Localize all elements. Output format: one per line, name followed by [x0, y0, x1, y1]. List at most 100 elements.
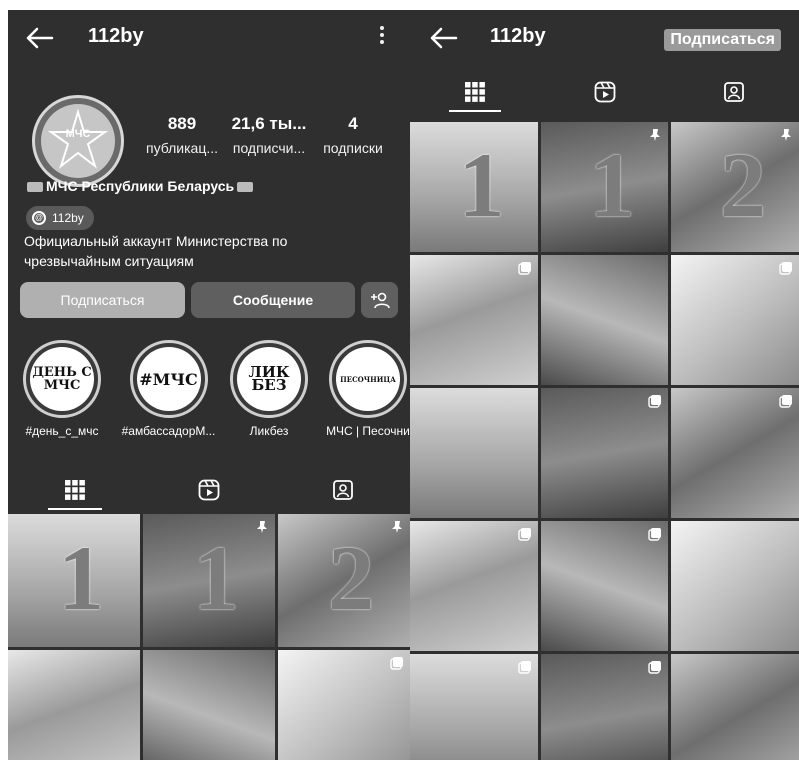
tab-posts[interactable]: [8, 470, 142, 510]
highlight-ambassador[interactable]: #МЧС #амбассадорМ...: [121, 340, 216, 438]
post-thumbnail[interactable]: [410, 255, 538, 385]
page-title: 112by: [88, 25, 144, 47]
highlight-label: Ликбез: [249, 424, 289, 438]
post-thumbnail[interactable]: [540, 654, 669, 760]
stat-posts-value: 889: [167, 114, 197, 133]
grid-icon: [65, 480, 85, 500]
posts-grid: 112: [8, 514, 410, 760]
threads-icon: @: [32, 211, 46, 225]
back-arrow-icon[interactable]: [24, 26, 54, 50]
highlight-ring: #МЧС: [129, 340, 208, 418]
post-number-overlay: 1: [589, 134, 636, 237]
post-thumbnail[interactable]: [540, 388, 669, 518]
more-options-icon[interactable]: [378, 26, 386, 52]
highlight-day-with-mchs[interactable]: ДЕНЬ С МЧС #день_с_мчс: [21, 340, 103, 438]
tab-posts[interactable]: [410, 72, 540, 112]
stat-followers-label: подписчи...: [232, 140, 306, 156]
profile-name-row: МЧС Республики Беларусь: [24, 178, 256, 194]
pin-icon: [650, 129, 661, 141]
post-number-overlay: 1: [458, 134, 505, 237]
message-button[interactable]: Сообщение: [191, 282, 355, 318]
post-thumbnail[interactable]: [8, 650, 140, 760]
post-number-overlay: 1: [193, 526, 240, 629]
reels-icon: [594, 81, 615, 103]
stat-following[interactable]: 4 подписки: [318, 114, 388, 156]
post-image: [671, 521, 799, 651]
profile-tabs: [8, 470, 410, 510]
pin-icon: [257, 521, 267, 533]
highlight-cover: ДЕНЬ С МЧС: [30, 347, 94, 411]
profile-name: МЧС Республики Беларусь: [46, 178, 235, 194]
post-thumbnail[interactable]: [540, 255, 669, 385]
stat-followers-value: 21,6 ты...: [231, 114, 307, 133]
carousel-icon: [779, 395, 792, 408]
post-thumbnail[interactable]: [671, 255, 799, 385]
tab-reels[interactable]: [142, 470, 276, 510]
grid-icon: [464, 82, 485, 102]
threads-handle: 112by: [52, 211, 84, 225]
tab-tagged[interactable]: [669, 72, 799, 112]
post-thumbnail[interactable]: 1: [540, 122, 669, 252]
highlight-sandbox[interactable]: ПЕСОЧНИЦА МЧС | Песочни: [326, 340, 410, 438]
highlight-cover: ПЕСОЧНИЦА: [336, 347, 400, 411]
post-thumbnail[interactable]: [540, 521, 669, 651]
post-thumbnail[interactable]: 1: [8, 514, 140, 647]
post-number-overlay: 1: [58, 526, 105, 629]
post-thumbnail[interactable]: [671, 521, 799, 651]
back-arrow-icon[interactable]: [428, 26, 458, 50]
post-thumbnail[interactable]: 2: [278, 514, 410, 647]
threads-badge[interactable]: @ 112by: [26, 206, 94, 230]
posts-grid: 112: [410, 122, 799, 760]
carousel-icon: [517, 262, 531, 275]
post-thumbnail[interactable]: [410, 654, 538, 760]
post-thumbnail[interactable]: [410, 521, 538, 651]
stat-posts[interactable]: 889 публикац...: [146, 114, 218, 156]
carousel-icon: [648, 661, 662, 674]
carousel-icon: [648, 395, 662, 408]
add-user-button[interactable]: [361, 282, 398, 318]
reels-icon: [198, 479, 220, 501]
star-emblem-icon: [47, 108, 109, 169]
highlight-likbez[interactable]: ЛИК БЕЗ Ликбез: [228, 340, 310, 438]
pin-icon: [780, 129, 791, 141]
tab-tagged[interactable]: [276, 470, 410, 510]
profile-panel-left: 112by МЧС 889 публикац... 21,6 ты... под…: [8, 10, 410, 760]
post-thumbnail[interactable]: [410, 388, 538, 518]
tab-reels[interactable]: [540, 72, 670, 112]
highlight-ring: ДЕНЬ С МЧС: [23, 340, 101, 418]
top-bar: 112by Подписаться: [410, 10, 799, 68]
post-thumbnail[interactable]: [671, 654, 799, 760]
tagged-icon: [724, 82, 745, 102]
carousel-icon: [517, 528, 531, 541]
highlight-ring: ПЕСОЧНИЦА: [329, 340, 407, 418]
highlight-label: #день_с_мчс: [25, 424, 99, 438]
top-bar: 112by: [8, 10, 410, 68]
carousel-icon: [517, 661, 531, 674]
avatar[interactable]: МЧС: [32, 95, 124, 187]
header-subscribe-button[interactable]: Подписаться: [664, 29, 781, 51]
post-thumbnail[interactable]: [671, 388, 799, 518]
stat-following-label: подписки: [323, 140, 383, 156]
carousel-icon: [648, 528, 662, 541]
highlight-label: #амбассадорМ...: [121, 424, 216, 438]
highlight-label: МЧС | Песочни: [326, 424, 410, 438]
profile-tabs: [410, 72, 799, 112]
pin-icon: [392, 521, 402, 533]
carousel-icon: [390, 657, 403, 670]
subscribe-button[interactable]: Подписаться: [20, 282, 185, 318]
post-thumbnail[interactable]: [143, 650, 275, 760]
stat-followers[interactable]: 21,6 ты... подписчи...: [228, 114, 310, 156]
avatar-text: МЧС: [65, 128, 91, 140]
highlight-cover: #МЧС: [136, 347, 201, 411]
post-image: [540, 255, 669, 385]
carousel-icon: [779, 262, 792, 275]
post-thumbnail[interactable]: 1: [143, 514, 275, 647]
post-thumbnail[interactable]: 1: [410, 122, 538, 252]
fire-truck-emoji-icon: [237, 182, 254, 193]
post-image: [143, 650, 275, 760]
highlight-cover: ЛИК БЕЗ: [237, 347, 301, 411]
post-thumbnail[interactable]: 2: [671, 122, 799, 252]
post-thumbnail[interactable]: [278, 650, 410, 760]
post-number-overlay: 2: [719, 134, 766, 237]
post-number-overlay: 2: [328, 526, 375, 629]
